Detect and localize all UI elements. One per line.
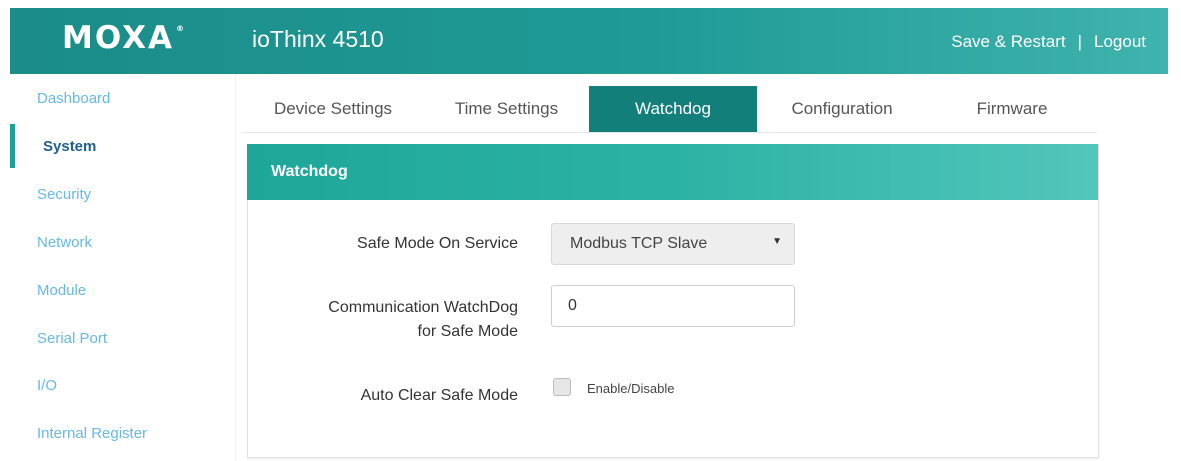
tab-time-settings[interactable]: Time Settings: [424, 86, 589, 132]
settings-tabs: Device Settings Time Settings Watchdog C…: [242, 86, 1097, 133]
header-separator: |: [1077, 32, 1082, 51]
sidebar-item-internal-register[interactable]: Internal Register: [37, 425, 147, 442]
product-name: ioThinx 4510: [252, 26, 384, 52]
safe-mode-label: Safe Mode On Service: [357, 235, 518, 252]
panel-title: Watchdog: [271, 163, 348, 180]
auto-clear-label: Auto Clear Safe Mode: [360, 387, 518, 404]
moxa-logo: MOXA ®: [62, 20, 184, 56]
tab-watchdog[interactable]: Watchdog: [589, 86, 757, 132]
auto-clear-checkbox[interactable]: [553, 378, 571, 396]
comm-watchdog-label: Communication WatchDog for Safe Mode: [328, 296, 518, 344]
watchdog-panel: Watchdog Safe Mode On Service Modbus TCP…: [247, 144, 1099, 458]
tab-configuration[interactable]: Configuration: [757, 86, 927, 132]
sidebar-item-network[interactable]: Network: [37, 234, 92, 251]
panel-header: Watchdog: [247, 144, 1098, 200]
auto-clear-checkbox-label[interactable]: Enable/Disable: [587, 381, 674, 396]
comm-watchdog-label-line2: for Safe Mode: [417, 323, 519, 340]
sidebar-item-io[interactable]: I/O: [37, 377, 57, 394]
top-header: MOXA ® ioThinx 4510 Save & Restart | Logout: [10, 8, 1168, 74]
sidebar: Dashboard System Security Network Module…: [10, 74, 236, 461]
tab-firmware[interactable]: Firmware: [927, 86, 1097, 132]
sidebar-active-indicator: [10, 124, 15, 168]
safe-mode-selected-value: Modbus TCP Slave: [570, 235, 708, 252]
comm-watchdog-value: 0: [568, 297, 577, 314]
header-links: Save & Restart | Logout: [951, 32, 1146, 52]
save-restart-link[interactable]: Save & Restart: [951, 32, 1065, 51]
sidebar-item-security[interactable]: Security: [37, 186, 91, 203]
sidebar-item-serial-port[interactable]: Serial Port: [37, 330, 107, 347]
sidebar-item-dashboard[interactable]: Dashboard: [37, 90, 110, 107]
tab-device-settings[interactable]: Device Settings: [242, 86, 424, 132]
safe-mode-select[interactable]: Modbus TCP Slave ▼: [551, 223, 795, 265]
comm-watchdog-input[interactable]: 0: [551, 285, 795, 327]
sidebar-item-module[interactable]: Module: [37, 282, 86, 299]
sidebar-item-system[interactable]: System: [43, 138, 96, 155]
logout-link[interactable]: Logout: [1094, 32, 1146, 51]
caret-down-icon: ▼: [772, 236, 782, 247]
comm-watchdog-label-line1: Communication WatchDog: [328, 299, 518, 316]
